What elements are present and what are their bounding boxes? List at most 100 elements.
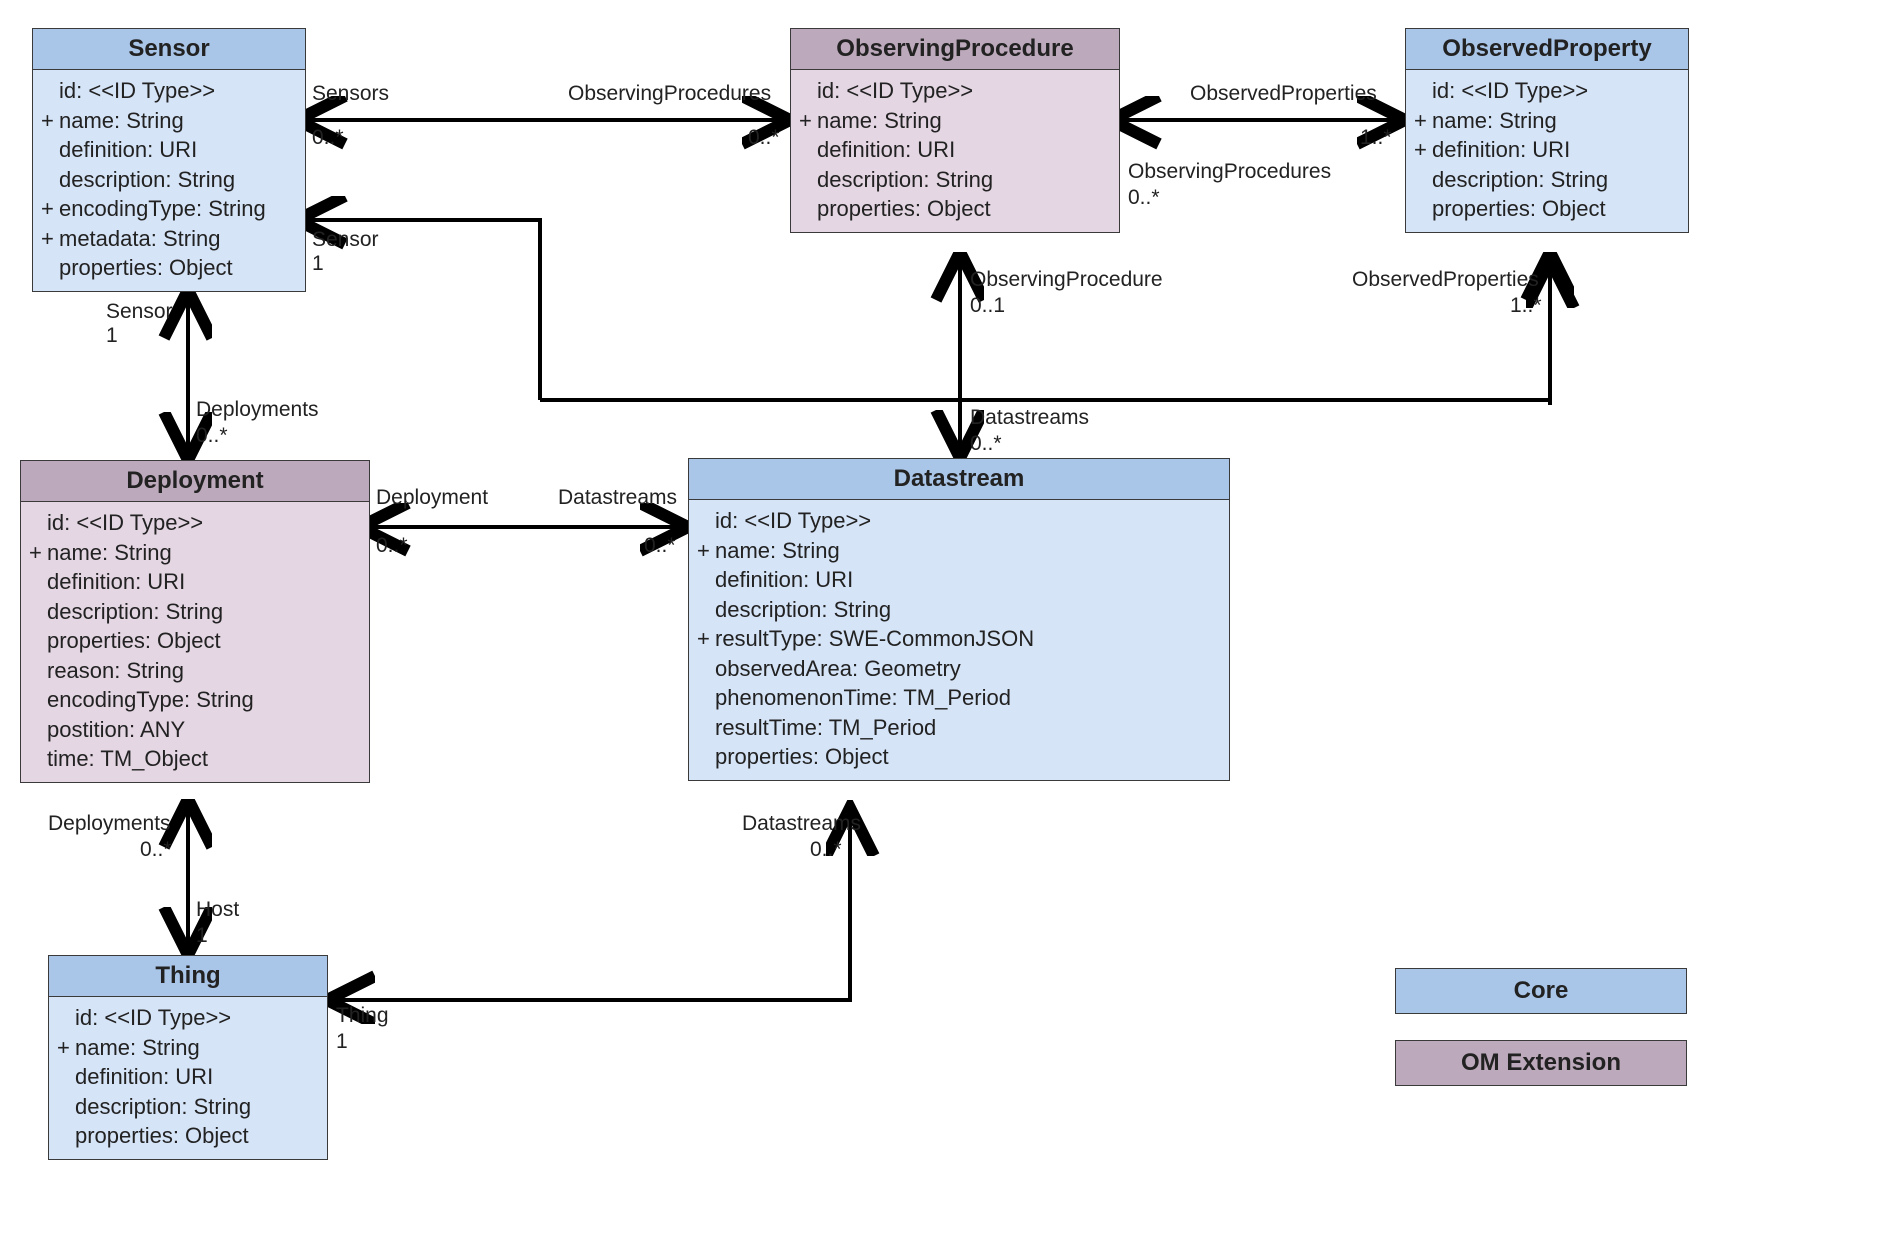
class-deployment-attrs: id: <<ID Type>>+name: Stringdefinition: … [21,502,369,782]
legend-om-extension: OM Extension [1395,1040,1687,1086]
attribute-row: reason: String [29,656,361,686]
class-sensor: Sensor id: <<ID Type>>+name: Stringdefin… [32,28,306,292]
attribute-text: id: <<ID Type>> [715,507,871,535]
class-observedproperty: ObservedProperty id: <<ID Type>>+name: S… [1405,28,1689,233]
attribute-visibility: + [41,195,59,223]
attribute-text: name: String [715,537,840,565]
attribute-row: id: <<ID Type>> [41,76,297,106]
attribute-row: definition: URI [57,1062,319,1092]
attribute-visibility: + [1414,107,1432,135]
attribute-text: name: String [1432,107,1557,135]
attribute-row: +name: String [29,538,361,568]
lbl-observingprocedures-mult: 0..* [748,126,780,150]
lbl-op-ds-mult: 0..1 [970,294,1005,318]
lbl-sensor-ds-mult: 1 [312,252,324,276]
attribute-row: properties: Object [1414,194,1680,224]
attribute-text: time: TM_Object [47,745,208,773]
attribute-text: id: <<ID Type>> [817,77,973,105]
lbl-sensor-ds-role: Sensor [312,228,379,252]
attribute-row: description: String [1414,165,1680,195]
lbl-deployments2-mult: 0..* [140,838,172,862]
class-thing: Thing id: <<ID Type>>+name: Stringdefini… [48,955,328,1160]
lbl-observedproperties-mult: 1..* [1360,126,1392,150]
lbl-observedproperties-role: ObservedProperties [1190,82,1377,106]
attribute-text: properties: Object [47,627,221,655]
lbl-deployments-mult: 0..* [196,424,228,448]
class-observingprocedure-title: ObservingProcedure [791,29,1119,70]
attribute-text: description: String [817,166,993,194]
attribute-visibility: + [29,539,47,567]
attribute-row: definition: URI [41,135,297,165]
attribute-visibility: + [799,107,817,135]
attribute-row: properties: Object [29,626,361,656]
attribute-text: id: <<ID Type>> [47,509,203,537]
attribute-row: id: <<ID Type>> [57,1003,319,1033]
class-deployment-title: Deployment [21,461,369,502]
lbl-sensors-mult: 0..* [312,126,344,150]
attribute-text: name: String [47,539,172,567]
attribute-row: resultTime: TM_Period [697,713,1221,743]
attribute-visibility: + [1414,136,1432,164]
attribute-row: postition: ANY [29,715,361,745]
legend-core: Core [1395,968,1687,1014]
attribute-visibility: + [41,225,59,253]
attribute-text: name: String [59,107,184,135]
attribute-text: description: String [75,1093,251,1121]
attribute-row: id: <<ID Type>> [29,508,361,538]
attribute-row: +resultType: SWE-CommonJSON [697,624,1221,654]
attribute-visibility: + [697,625,715,653]
attribute-row: description: String [57,1092,319,1122]
attribute-row: +name: String [799,106,1111,136]
attribute-text: definition: URI [47,568,185,596]
attribute-row: description: String [697,595,1221,625]
attribute-row: definition: URI [29,567,361,597]
class-sensor-attrs: id: <<ID Type>>+name: Stringdefinition: … [33,70,305,291]
lbl-obsprop-ds-mult: 1..* [1510,294,1542,318]
attribute-row: properties: Object [799,194,1111,224]
lbl-observingprocedures2-mult: 0..* [1128,186,1160,210]
attribute-row: +name: String [1414,106,1680,136]
lbl-thing-ds-mult: 1 [336,1030,348,1054]
lbl-datastreams-top-role: Datastreams [970,406,1089,430]
lbl-datastreams3-mult: 0..* [810,838,842,862]
attribute-text: id: <<ID Type>> [75,1004,231,1032]
lbl-datastreams-mult-h: 0..* [644,534,676,558]
attribute-text: reason: String [47,657,184,685]
attribute-text: description: String [47,598,223,626]
attribute-row: id: <<ID Type>> [1414,76,1680,106]
attribute-text: definition: URI [817,136,955,164]
lbl-deployment-mult-h: 0..* [376,534,408,558]
attribute-row: properties: Object [41,253,297,283]
attribute-text: description: String [715,596,891,624]
attribute-row: +name: String [57,1033,319,1063]
lbl-sensor-role-v: Sensor [106,300,173,324]
attribute-text: name: String [817,107,942,135]
attribute-text: postition: ANY [47,716,185,744]
attribute-text: encodingType: String [47,686,254,714]
attribute-text: properties: Object [75,1122,249,1150]
attribute-row: id: <<ID Type>> [799,76,1111,106]
lbl-sensors-role: Sensors [312,82,389,106]
attribute-row: +name: String [41,106,297,136]
lbl-datastreams-top-mult: 0..* [970,432,1002,456]
lbl-deployment-role-h: Deployment [376,486,488,510]
attribute-row: description: String [41,165,297,195]
attribute-row: id: <<ID Type>> [697,506,1221,536]
attribute-text: id: <<ID Type>> [59,77,215,105]
class-observingprocedure: ObservingProcedure id: <<ID Type>>+name:… [790,28,1120,233]
attribute-row: phenomenonTime: TM_Period [697,683,1221,713]
lbl-sensor-mult-v: 1 [106,324,118,348]
attribute-row: properties: Object [697,742,1221,772]
lbl-op-ds-role: ObservingProcedure [970,268,1163,292]
lbl-host-mult: 1 [196,924,208,948]
lbl-observingprocedures2-role: ObservingProcedures [1128,160,1331,184]
lbl-datastreams-role-h: Datastreams [558,486,677,510]
attribute-text: resultTime: TM_Period [715,714,936,742]
attribute-text: properties: Object [817,195,991,223]
attribute-text: encodingType: String [59,195,266,223]
attribute-row: description: String [799,165,1111,195]
class-thing-title: Thing [49,956,327,997]
attribute-visibility: + [697,537,715,565]
class-observingprocedure-attrs: id: <<ID Type>>+name: Stringdefinition: … [791,70,1119,232]
attribute-row: observedArea: Geometry [697,654,1221,684]
